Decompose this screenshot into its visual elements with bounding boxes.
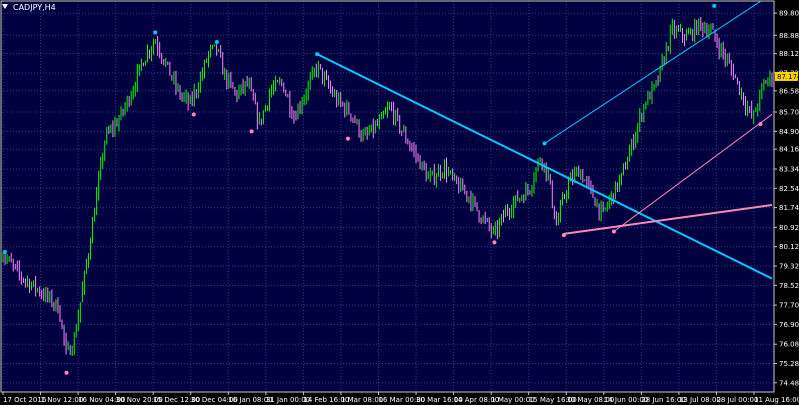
fractal-down-marker [64, 370, 69, 375]
y-tick-label: 82.540 [779, 185, 799, 193]
fractal-up-marker [2, 250, 7, 255]
y-tick-label: 75.280 [779, 360, 799, 368]
y-tick-label: 77.700 [779, 302, 799, 310]
fractal-down-marker [191, 112, 196, 117]
y-tick-label: 76.900 [779, 321, 799, 329]
fractal-up-marker [315, 52, 320, 57]
y-tick-label: 88.880 [779, 32, 799, 40]
y-tick-label: 86.580 [779, 87, 799, 95]
y-tick-label: 83.340 [779, 165, 799, 173]
y-tick-label: 74.480 [779, 379, 799, 387]
chart-title: CADJPY,H4 [13, 3, 56, 12]
current-price-label: 87.174 [777, 73, 799, 81]
y-tick-label: 79.320 [779, 263, 799, 271]
x-tick-label: 11 Aug 16:00 [754, 396, 799, 404]
fractal-up-marker [214, 40, 219, 45]
fractal-down-marker [345, 136, 350, 141]
plot-area [1, 1, 774, 392]
x-tick-label: 1 Mar 08:00 [341, 396, 383, 404]
y-tick-label: 89.800 [779, 10, 799, 18]
fractal-up-marker [712, 3, 717, 8]
fractal-down-marker [561, 233, 566, 238]
y-tick-label: 85.700 [779, 109, 799, 117]
x-tick-label: 1 Nov 12:00 [41, 396, 84, 404]
chart: 89.80088.88088.12087.32086.58085.70084.9… [0, 0, 799, 405]
x-tick-label: 28 Jul 00:00 [716, 396, 758, 404]
y-tick-label: 88.120 [779, 50, 799, 58]
y-tick-label: 84.900 [779, 128, 799, 136]
fractal-up-marker [153, 30, 158, 35]
symbol-dropdown-icon[interactable] [2, 4, 8, 9]
fractal-down-marker [249, 129, 254, 134]
y-tick-label: 81.740 [779, 204, 799, 212]
fractal-down-marker [611, 229, 616, 234]
y-tick-label: 80.120 [779, 243, 799, 251]
fractal-down-marker [492, 240, 497, 245]
fractal-up-marker [542, 141, 547, 146]
y-tick-label: 78.520 [779, 282, 799, 290]
y-tick-label: 80.920 [779, 224, 799, 232]
x-tick-label: 13 Jul 08:00 [679, 396, 721, 404]
chart-svg: 89.80088.88088.12087.32086.58085.70084.9… [0, 0, 799, 404]
fractal-down-marker [758, 122, 763, 127]
y-tick-label: 76.080 [779, 341, 799, 349]
y-tick-label: 84.160 [779, 146, 799, 154]
